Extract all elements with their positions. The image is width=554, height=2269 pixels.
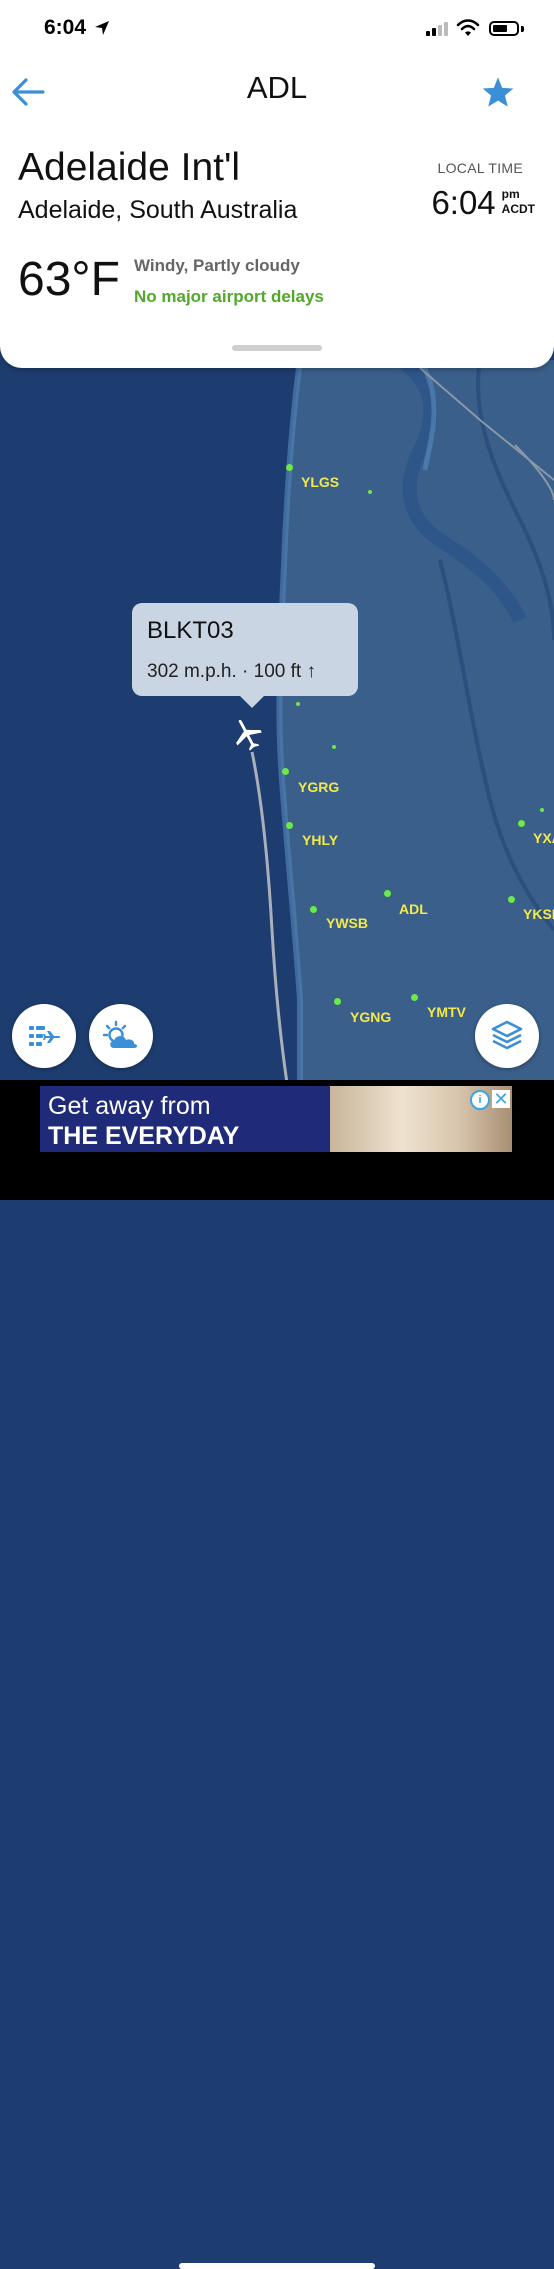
flight-callout[interactable]: BLKT03 302 m.p.h. · 100 ft ↑ [132, 603, 358, 708]
status-bar: 6:04 [0, 0, 554, 60]
flights-list-button[interactable] [12, 1004, 76, 1068]
ad-area: Get away from THE EVERYDAY i ✕ [0, 1080, 554, 2269]
weather-conditions: Windy, Partly cloudy [134, 256, 300, 275]
airport-dot[interactable] [411, 994, 418, 1001]
airport-label-yksi[interactable]: YKSI [523, 906, 554, 922]
battery-cap [521, 26, 524, 32]
weather-icon [102, 1020, 137, 1048]
airport-label-yhly[interactable]: YHLY [302, 832, 338, 848]
airport-dot[interactable] [384, 890, 391, 897]
airport-label-ymtv[interactable]: YMTV [427, 1004, 466, 1020]
flight-callsign: BLKT03 [147, 617, 234, 644]
ad-banner[interactable]: Get away from THE EVERYDAY i ✕ [40, 1086, 512, 1152]
airport-dot [540, 808, 544, 812]
weather-button[interactable] [89, 1004, 153, 1068]
ad-headline-2: THE EVERYDAY [48, 1122, 240, 1150]
local-time-label: LOCAL TIME [437, 160, 523, 176]
layers-button[interactable] [475, 1004, 539, 1068]
page-title: ADL [246, 70, 308, 105]
airport-dot [296, 702, 300, 706]
airport-name: Adelaide Int'l [18, 146, 241, 189]
home-indicator [179, 2263, 375, 2269]
airport-label-yxa[interactable]: YXA [533, 830, 554, 846]
airport-dot[interactable] [286, 464, 293, 471]
airport-info-card: 6:04 ADL Adelaide Int'l Adelaide, South … [0, 0, 554, 368]
flight-details: 302 m.p.h. · 100 ft ↑ [147, 661, 316, 682]
local-time-ampm: pm [501, 187, 520, 201]
local-time-zone: ACDT [501, 202, 535, 216]
location-arrow-icon [95, 21, 109, 35]
airport-label-ywsb[interactable]: YWSB [326, 915, 368, 931]
layers-icon [491, 1020, 523, 1050]
ad-info-icon[interactable]: i [470, 1090, 490, 1110]
delay-status: No major airport delays [134, 287, 324, 306]
local-time: 6:04 pm ACDT [431, 184, 535, 222]
ad-headline-1: Get away from [48, 1092, 211, 1120]
airport-dot[interactable] [286, 822, 293, 829]
airport-dot[interactable] [282, 768, 289, 775]
airport-label-ygng[interactable]: YGNG [350, 1009, 391, 1025]
temperature: 63°F [18, 253, 120, 306]
ad-close-icon[interactable]: ✕ [492, 1090, 510, 1108]
local-time-value: 6:04 [431, 184, 496, 221]
flights-list-icon [29, 1026, 61, 1046]
wifi-icon [456, 19, 480, 36]
status-time: 6:04 [44, 16, 87, 39]
airport-dot[interactable] [310, 906, 317, 913]
card-drag-handle[interactable] [232, 345, 322, 351]
airport-dot [368, 490, 372, 494]
star-icon [482, 77, 514, 107]
airport-dot [332, 745, 336, 749]
battery-icon [489, 21, 519, 36]
airport-city: Adelaide, South Australia [18, 196, 298, 224]
airport-label-adl[interactable]: ADL [399, 901, 428, 917]
airport-dot[interactable] [334, 998, 341, 1005]
favorite-button[interactable] [478, 72, 518, 112]
airport-label-ygrg[interactable]: YGRG [298, 779, 339, 795]
cellular-signal-icon [426, 22, 448, 36]
airplane-icon[interactable] [228, 716, 266, 754]
airport-label-ylgs[interactable]: YLGS [301, 474, 339, 490]
airport-dot[interactable] [508, 896, 515, 903]
airport-dot[interactable] [518, 820, 525, 827]
